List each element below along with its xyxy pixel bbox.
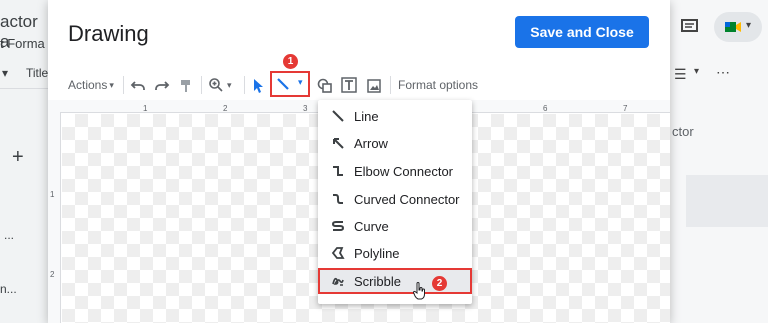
menu-item-curve[interactable]: Curve xyxy=(318,213,472,239)
drawing-toolbar: Actions ▾ ▾ ▾ Format options xyxy=(48,70,670,100)
shape-icon[interactable] xyxy=(317,76,333,96)
menu-item-label: Polyline xyxy=(354,245,400,261)
menu-item-label: Elbow Connector xyxy=(354,163,453,179)
hand-cursor-icon xyxy=(413,282,425,300)
more-options-icon[interactable]: ... xyxy=(4,228,14,242)
curve-icon xyxy=(331,221,345,231)
meet-button[interactable]: ▾ xyxy=(714,12,762,42)
dropdown-arrow-icon: ▾ xyxy=(694,66,700,77)
curved-connector-icon xyxy=(333,194,343,204)
style-dropdown-fragment: Title xyxy=(26,66,49,80)
line-tool-button[interactable]: ▾ xyxy=(270,71,310,97)
menu-bar-fragment: t Forma xyxy=(0,36,45,51)
chevron-down-icon: ▾ xyxy=(109,79,114,90)
scribble-icon xyxy=(332,277,344,286)
meet-icon xyxy=(725,22,741,32)
toolbar-divider xyxy=(123,76,124,94)
vertical-ruler: 1 2 xyxy=(48,112,61,323)
toolbar-divider xyxy=(201,76,202,94)
outline-item-fragment: n... xyxy=(0,282,17,296)
menu-item-line[interactable]: Line xyxy=(318,103,472,129)
list-toolbar-fragment: ☰ ▾ ⋯ xyxy=(674,64,764,84)
zoom-menu[interactable]: ▾ xyxy=(208,75,232,95)
ruler-tick: 2 xyxy=(223,104,228,113)
menu-item-label: Curve xyxy=(354,218,389,234)
step-badge-1: 1 xyxy=(283,54,298,69)
redo-icon[interactable] xyxy=(154,76,170,96)
right-text-fragment: ctor xyxy=(672,124,694,139)
toolbar-divider xyxy=(244,76,245,94)
docs-toolbar-fragment: ▾ Title xyxy=(0,62,48,89)
menu-item-label: Scribble xyxy=(354,273,401,289)
drawing-dialog: Drawing Save and Close Actions ▾ ▾ ▾ For… xyxy=(48,0,670,323)
ruler-tick: 2 xyxy=(50,270,55,279)
toolbar-dropdown-arrow-icon: ▾ xyxy=(2,66,9,80)
menu-item-curved-connector[interactable]: Curved Connector xyxy=(318,186,472,212)
menu-item-label: Line xyxy=(354,108,379,124)
comment-icon[interactable] xyxy=(680,18,700,36)
line-icon xyxy=(277,78,289,90)
ruler-tick: 3 xyxy=(303,104,308,113)
zoom-icon xyxy=(209,78,223,92)
menu-item-label: Arrow xyxy=(354,135,388,151)
ruler-tick: 7 xyxy=(623,104,628,113)
menu-item-polyline[interactable]: Polyline xyxy=(318,240,472,266)
chevron-down-icon: ▾ xyxy=(227,79,232,90)
menu-item-elbow-connector[interactable]: Elbow Connector xyxy=(318,158,472,184)
ruler-tick: 6 xyxy=(543,104,548,113)
image-icon[interactable] xyxy=(366,76,382,96)
side-panel-block xyxy=(686,175,768,227)
select-icon[interactable] xyxy=(251,76,265,96)
docs-left-pane: actor a t Forma ▾ Title + ... n... xyxy=(0,0,48,323)
more-icon[interactable]: ⋯ xyxy=(716,64,730,81)
line-icon xyxy=(332,110,344,122)
format-options-button[interactable]: Format options xyxy=(398,75,478,95)
step-badge-2: 2 xyxy=(432,276,447,291)
polyline-icon xyxy=(331,247,345,259)
line-type-menu: Line Arrow Elbow Connector Curved Connec… xyxy=(318,100,472,304)
text-box-icon[interactable] xyxy=(340,75,358,95)
elbow-connector-icon xyxy=(333,166,343,176)
paint-format-icon[interactable] xyxy=(178,76,194,96)
actions-label: Actions xyxy=(68,78,108,92)
save-and-close-button[interactable]: Save and Close xyxy=(515,16,649,48)
docs-right-pane: ▾ ☰ ▾ ⋯ xyxy=(668,0,768,323)
menu-item-scribble[interactable]: Scribble xyxy=(318,268,472,300)
undo-icon[interactable] xyxy=(130,76,146,96)
ruler-tick: 1 xyxy=(143,104,148,113)
add-tab-icon[interactable]: + xyxy=(12,146,24,169)
ruler-tick: 1 xyxy=(50,190,55,199)
menu-item-arrow[interactable]: Arrow xyxy=(318,130,472,156)
toolbar-divider xyxy=(390,76,391,94)
menu-item-label: Curved Connector xyxy=(354,191,460,207)
checklist-icon[interactable]: ☰ xyxy=(674,66,687,83)
actions-menu[interactable]: Actions ▾ xyxy=(68,75,114,95)
chevron-down-icon: ▾ xyxy=(298,77,303,87)
chevron-down-icon: ▾ xyxy=(746,20,752,31)
dialog-title: Drawing xyxy=(68,21,149,46)
arrow-icon xyxy=(333,138,344,149)
